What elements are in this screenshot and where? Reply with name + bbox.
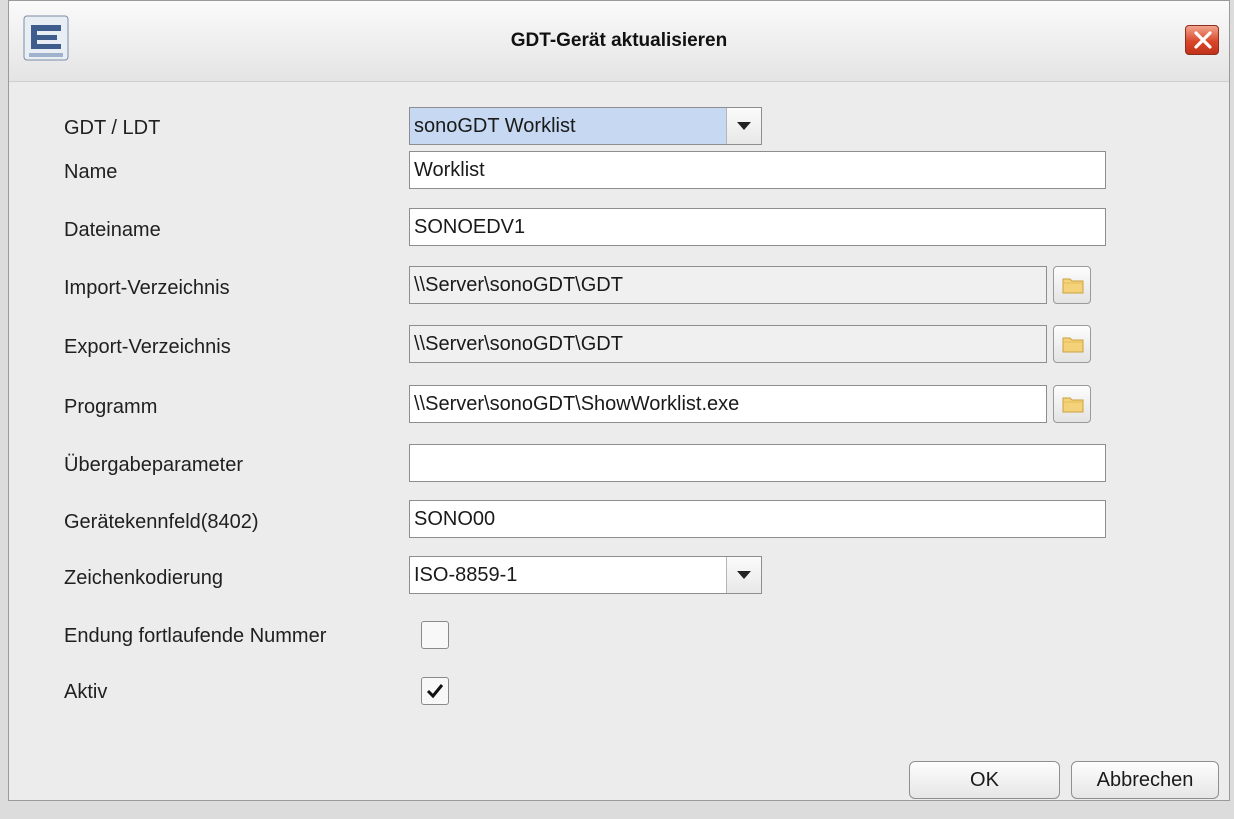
label-name: Name bbox=[64, 161, 118, 183]
export-verzeichnis-input[interactable]: \\Server\sonoGDT\GDT bbox=[409, 325, 1047, 363]
endung-checkbox[interactable] bbox=[421, 621, 449, 649]
import-browse-button[interactable] bbox=[1053, 266, 1091, 304]
label-import-verzeichnis: Import-Verzeichnis bbox=[64, 277, 230, 299]
form-panel: GDT / LDT sonoGDT Worklist Name Worklist… bbox=[9, 1, 1229, 800]
checkmark-icon bbox=[426, 684, 444, 699]
dialog-window: GDT-Gerät aktualisieren GDT / LDT sonoGD… bbox=[8, 0, 1230, 801]
zeichenkodierung-value: ISO-8859-1 bbox=[414, 564, 518, 586]
programm-input[interactable]: \\Server\sonoGDT\ShowWorklist.exe bbox=[409, 385, 1047, 423]
folder-icon bbox=[1062, 337, 1084, 353]
dateiname-input[interactable]: SONOEDV1 bbox=[409, 208, 1106, 246]
programm-browse-button[interactable] bbox=[1053, 385, 1091, 423]
uebergabeparameter-input[interactable] bbox=[409, 444, 1106, 482]
folder-icon bbox=[1062, 397, 1084, 413]
cancel-button[interactable]: Abbrechen bbox=[1071, 761, 1219, 799]
export-browse-button[interactable] bbox=[1053, 325, 1091, 363]
label-zeichenkodierung: Zeichenkodierung bbox=[64, 567, 223, 589]
geraetekennfeld-input[interactable]: SONO00 bbox=[409, 500, 1106, 538]
ok-button[interactable]: OK bbox=[909, 761, 1060, 799]
zeichenkodierung-select[interactable]: ISO-8859-1 bbox=[409, 556, 762, 594]
chevron-down-icon bbox=[737, 571, 751, 579]
aktiv-checkbox[interactable] bbox=[421, 677, 449, 705]
label-aktiv: Aktiv bbox=[64, 681, 108, 703]
label-dateiname: Dateiname bbox=[64, 219, 161, 241]
gdt-ldt-value: sonoGDT Worklist bbox=[410, 108, 727, 144]
label-programm: Programm bbox=[64, 396, 158, 418]
label-uebergabeparameter: Übergabeparameter bbox=[64, 454, 243, 476]
label-export-verzeichnis: Export-Verzeichnis bbox=[64, 336, 231, 358]
label-geraetekennfeld: Gerätekennfeld(8402) bbox=[64, 511, 259, 533]
label-gdt-ldt: GDT / LDT bbox=[64, 117, 161, 139]
gdt-ldt-dropdown-arrow[interactable] bbox=[726, 108, 761, 144]
zeichenkodierung-dropdown-arrow[interactable] bbox=[726, 557, 761, 593]
label-endung: Endung fortlaufende Nummer bbox=[64, 625, 327, 647]
name-input[interactable]: Worklist bbox=[409, 151, 1106, 189]
folder-icon bbox=[1062, 278, 1084, 294]
chevron-down-icon bbox=[737, 122, 751, 130]
import-verzeichnis-input[interactable]: \\Server\sonoGDT\GDT bbox=[409, 266, 1047, 304]
gdt-ldt-select[interactable]: sonoGDT Worklist bbox=[409, 107, 762, 145]
